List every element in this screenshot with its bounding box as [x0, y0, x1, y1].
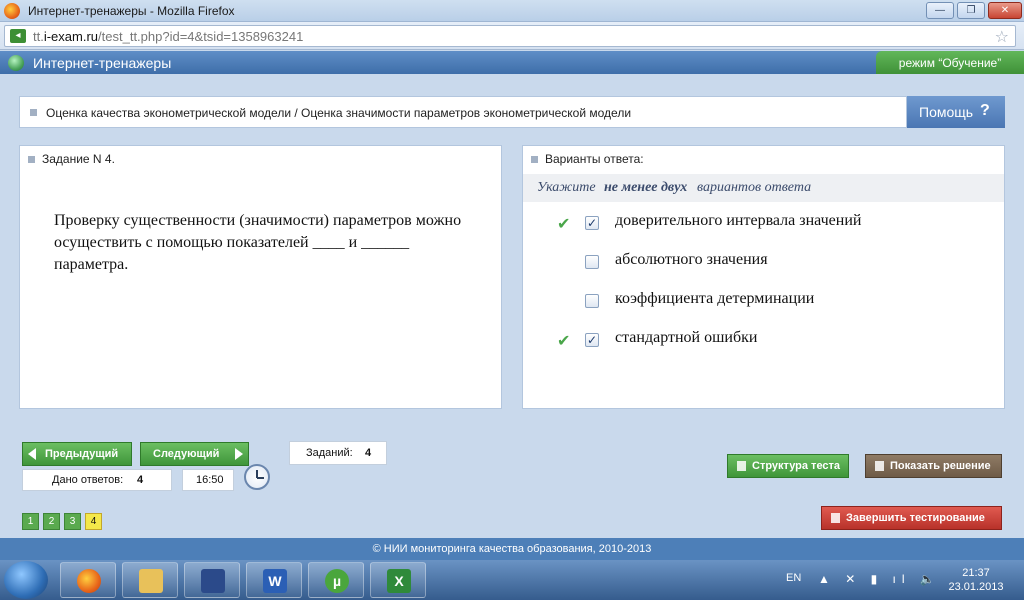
- topic-bar: Оценка качества эконометрической модели …: [19, 96, 907, 128]
- bullet-square-icon: [531, 156, 538, 163]
- site-favicon-icon: ◂: [10, 29, 26, 43]
- start-button[interactable]: [4, 561, 48, 599]
- show-solution-label: Показать решение: [890, 460, 991, 472]
- answers-header: Варианты ответа:: [523, 146, 1004, 172]
- firefox-icon: [77, 569, 101, 593]
- answer-checkbox[interactable]: ✓: [585, 216, 599, 230]
- window-title: Интернет-тренажеры - Mozilla Firefox: [28, 4, 235, 18]
- address-bar: ◂ tt.i-exam.ru/test_tt.php?id=4&tsid=135…: [0, 22, 1024, 50]
- test-structure-label: Структура теста: [752, 460, 841, 472]
- page-button-3[interactable]: 3: [64, 513, 81, 530]
- answer-option[interactable]: коэффициента детерминации: [523, 286, 1004, 316]
- test-structure-button[interactable]: Структура теста: [727, 454, 849, 478]
- arrow-right-icon: [235, 448, 243, 460]
- previous-label: Предыдущий: [45, 448, 119, 460]
- page-button-2[interactable]: 2: [43, 513, 60, 530]
- help-button[interactable]: Помощь ?: [907, 96, 1005, 128]
- tasks-value: 4: [365, 447, 372, 459]
- footer: © НИИ мониторинга качества образования, …: [0, 538, 1024, 560]
- page-button-4[interactable]: 4: [85, 513, 102, 530]
- question-number: Задание N 4.: [42, 152, 115, 166]
- minimize-button[interactable]: —: [926, 2, 954, 19]
- next-button[interactable]: Следующий: [140, 442, 249, 466]
- answer-option[interactable]: абсолютного значения: [523, 247, 1004, 277]
- excel-icon: X: [387, 569, 411, 593]
- answers-header-text: Варианты ответа:: [545, 152, 644, 166]
- mode-badge: режим “Обучение”: [876, 51, 1024, 74]
- maximize-button[interactable]: ❐: [957, 2, 985, 19]
- correct-check-icon: ✔: [557, 333, 571, 350]
- system-tray-icons[interactable]: ▲ ✕ ▮ ıl 🔈: [818, 572, 941, 586]
- finish-test-label: Завершить тестирование: [846, 512, 985, 524]
- taskbar-excel[interactable]: X: [370, 562, 426, 598]
- question-panel: Задание N 4. Проверку существенности (зн…: [19, 145, 502, 409]
- answer-checkbox[interactable]: ✓: [585, 333, 599, 347]
- answer-checkbox[interactable]: [585, 294, 599, 308]
- language-indicator[interactable]: EN: [786, 572, 801, 584]
- taskbar-word[interactable]: W: [246, 562, 302, 598]
- hint-bold: не менее двух: [604, 180, 688, 195]
- answer-label: коэффициента детерминации: [615, 290, 815, 307]
- answers-panel: Варианты ответа: Укажите не менее двух в…: [522, 145, 1005, 409]
- firefox-icon: [4, 3, 20, 19]
- bullet-square-icon: [28, 156, 35, 163]
- answered-count: Дано ответов: 4: [22, 469, 172, 491]
- arrow-left-icon: [28, 448, 36, 460]
- app-logo-icon: [8, 55, 24, 71]
- bookmark-star-icon[interactable]: ☆: [995, 27, 1009, 47]
- taskbar: W µ X EN ▲ ✕ ▮ ıl 🔈 21:37 23.01.2013: [0, 560, 1024, 600]
- show-solution-button[interactable]: Показать решение: [865, 454, 1002, 478]
- finish-test-button[interactable]: Завершить тестирование: [821, 506, 1002, 530]
- question-header: Задание N 4.: [20, 146, 501, 172]
- book-icon: [875, 461, 884, 471]
- bullet-square-icon: [30, 109, 37, 116]
- next-label: Следующий: [153, 448, 220, 460]
- correct-check-icon: ✔: [557, 216, 571, 233]
- answer-checkbox[interactable]: [585, 255, 599, 269]
- answer-option[interactable]: ✔ ✓ доверительного интервала значений: [523, 208, 1004, 238]
- floppy-disk-icon: [201, 569, 225, 593]
- answered-value: 4: [137, 474, 144, 486]
- tasks-label: Заданий:: [306, 447, 353, 459]
- hint-prefix: Укажите: [537, 180, 596, 195]
- running-person-icon: [831, 513, 840, 523]
- answer-option[interactable]: ✔ ✓ стандартной ошибки: [523, 325, 1004, 355]
- timer-value: 16:50: [196, 474, 224, 486]
- app-title: Интернет-тренажеры: [33, 55, 172, 71]
- app-header: Интернет-тренажеры режим “Обучение”: [0, 51, 1024, 74]
- clock-icon: [244, 464, 270, 490]
- list-icon: [737, 461, 746, 471]
- page-button-1[interactable]: 1: [22, 513, 39, 530]
- question-mark-icon: ?: [980, 102, 990, 119]
- help-label: Помощь: [919, 104, 974, 120]
- clock[interactable]: 21:37 23.01.2013: [946, 566, 1006, 594]
- folder-icon: [139, 569, 163, 593]
- taskbar-firefox[interactable]: [60, 562, 116, 598]
- answer-label: стандартной ошибки: [615, 329, 758, 346]
- answered-label: Дано ответов:: [52, 474, 124, 486]
- url-text: tt.i-exam.ru/test_tt.php?id=4&tsid=13589…: [33, 29, 304, 44]
- clock-time: 21:37: [962, 567, 990, 579]
- previous-button[interactable]: Предыдущий: [22, 442, 132, 466]
- close-button[interactable]: ✕: [988, 2, 1022, 19]
- utorrent-icon: µ: [325, 569, 349, 593]
- question-text: Проверку существенности (значимости) пар…: [54, 212, 462, 273]
- hint-suffix: вариантов ответа: [697, 180, 812, 195]
- url-field[interactable]: ◂ tt.i-exam.ru/test_tt.php?id=4&tsid=135…: [4, 25, 1016, 47]
- taskbar-utorrent[interactable]: µ: [308, 562, 364, 598]
- answer-label: абсолютного значения: [615, 251, 768, 268]
- answer-label: доверительного интервала значений: [615, 212, 862, 229]
- timer: 16:50: [182, 469, 234, 491]
- taskbar-explorer[interactable]: [122, 562, 178, 598]
- word-icon: W: [263, 569, 287, 593]
- topic-text: Оценка качества эконометрической модели …: [46, 106, 632, 120]
- answer-hint: Укажите не менее двух вариантов ответа: [523, 174, 1004, 202]
- window-titlebar: Интернет-тренажеры - Mozilla Firefox — ❐…: [0, 0, 1024, 22]
- tasks-count: Заданий: 4: [289, 441, 387, 465]
- clock-date: 23.01.2013: [948, 581, 1004, 593]
- taskbar-save[interactable]: [184, 562, 240, 598]
